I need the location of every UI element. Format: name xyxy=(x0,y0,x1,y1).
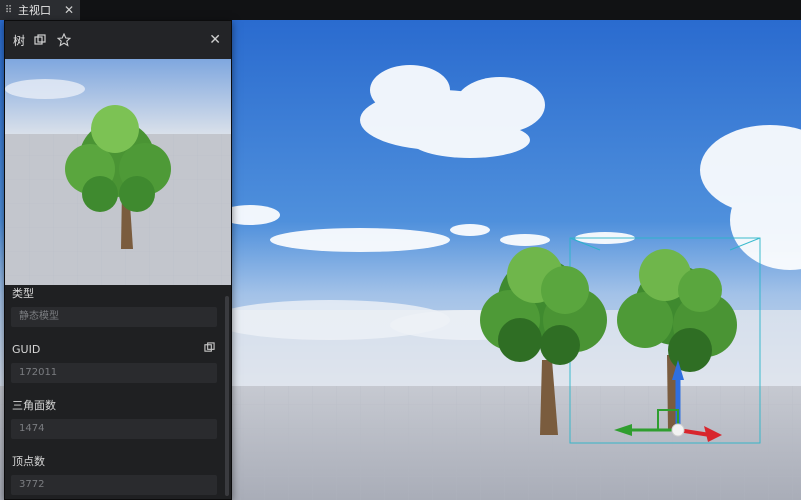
close-icon[interactable]: ✕ xyxy=(209,32,221,48)
copy-icon[interactable] xyxy=(31,31,49,49)
prop-label-triangles: 三角面数 xyxy=(12,399,56,412)
tab-main-viewport[interactable]: ⠿ 主视口 ✕ xyxy=(0,0,80,20)
prop-value-vertices: 3772 xyxy=(11,475,217,495)
panel-title: 树 xyxy=(13,33,26,48)
prop-label-guid: GUID xyxy=(5,341,225,359)
asset-preview xyxy=(5,59,231,285)
panel-scrollbar[interactable] xyxy=(225,296,229,496)
prop-value-triangles: 1474 xyxy=(11,419,217,439)
grip-icon[interactable]: ⠿ xyxy=(0,5,16,16)
prop-label-type: 类型 xyxy=(12,287,34,300)
properties-list: 类型 静态模型 GUID 172011 三角面数 1474 顶点数 3772 xyxy=(5,285,225,499)
guid-label: GUID xyxy=(12,343,41,356)
asset-panel: 树 ✕ 类型 静态模型 GUID 172011 三角面数 1474 顶点数 37… xyxy=(4,20,232,500)
prop-value-guid: 172011 xyxy=(11,363,217,383)
tab-label: 主视口 xyxy=(18,4,51,17)
tab-bar: ⠿ 主视口 ✕ xyxy=(0,0,801,21)
copy-icon[interactable] xyxy=(204,341,215,359)
panel-header: 树 ✕ xyxy=(5,21,231,59)
prop-value-type: 静态模型 xyxy=(11,307,217,327)
prop-label-vertices: 顶点数 xyxy=(12,455,45,468)
star-icon[interactable] xyxy=(55,31,73,49)
close-icon[interactable]: ✕ xyxy=(64,3,74,17)
